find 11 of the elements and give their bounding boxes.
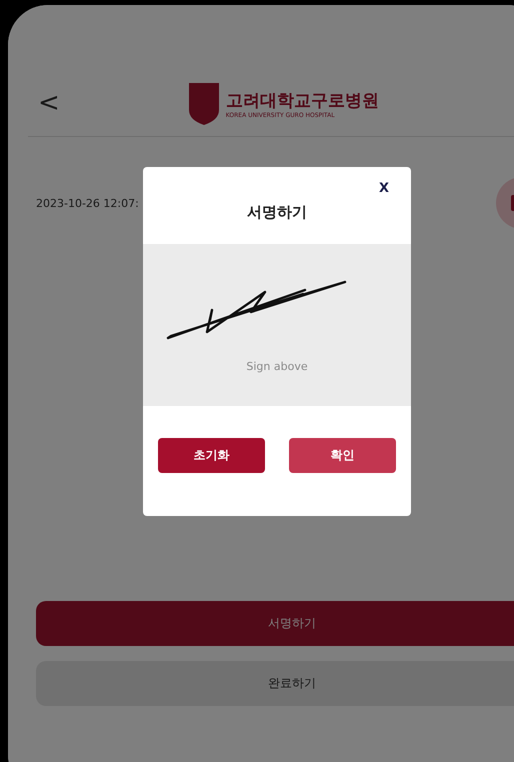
dialog-title: 서명하기 — [246, 203, 308, 222]
reset-button[interactable]: 초기화 — [158, 438, 265, 473]
hospital-name: 고려대학교구로병원 — [226, 90, 379, 112]
back-button[interactable]: < — [28, 88, 70, 118]
shield-logo-icon — [188, 82, 220, 126]
sign-hint: Sign above — [246, 360, 308, 373]
document-date: 2023-10-26 12:07: — [36, 196, 139, 210]
close-button[interactable]: X — [374, 179, 393, 198]
action-button[interactable]: 서명하기 — [36, 601, 514, 646]
confirm-button[interactable]: 확인 — [289, 438, 396, 473]
signature-pad[interactable]: Sign above — [143, 244, 411, 406]
